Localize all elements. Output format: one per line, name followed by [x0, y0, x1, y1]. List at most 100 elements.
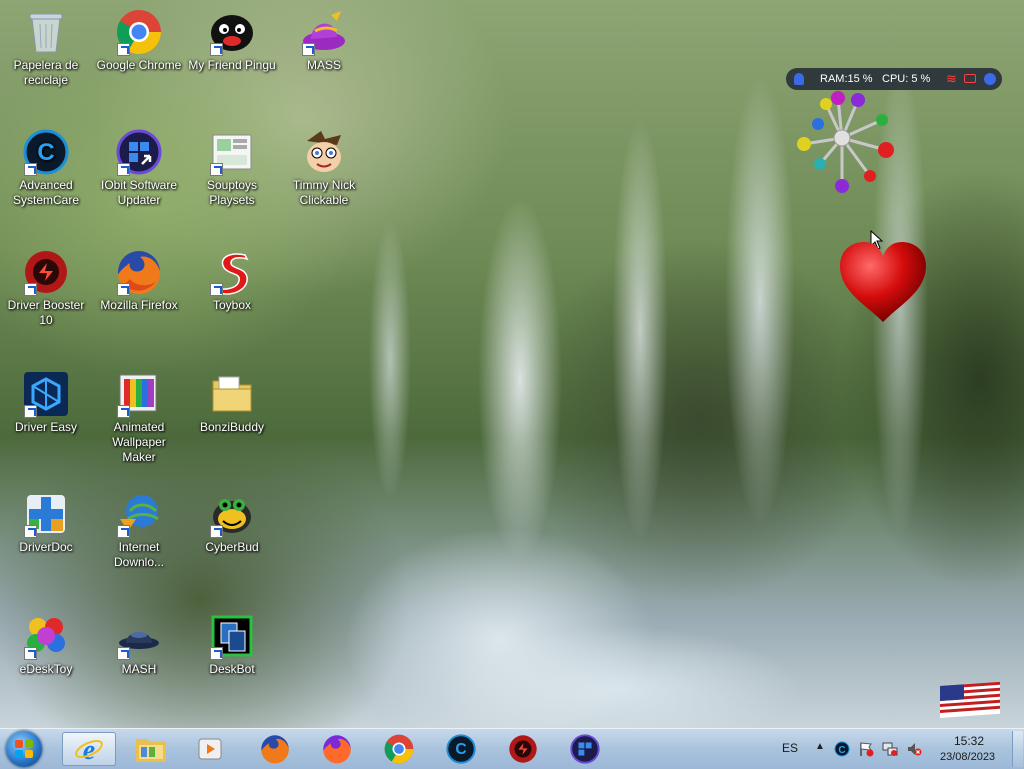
system-monitor-widget[interactable]: RAM:15 % CPU: 5 % ≋ — [786, 68, 1002, 90]
cyberbud-icon — [208, 490, 256, 538]
svg-text:C: C — [455, 741, 466, 758]
desktop-icon-recycle-bin[interactable]: Papelera de reciclaje — [0, 8, 92, 88]
desktop-icon-driverdoc[interactable]: DriverDoc — [0, 490, 92, 555]
taskbar-firefox-2[interactable] — [310, 732, 364, 766]
record-icon — [964, 74, 976, 83]
pingu-icon — [208, 8, 256, 56]
advanced-systemcare-icon: C — [22, 128, 70, 176]
timmy-icon — [300, 128, 348, 176]
tray-advanced-systemcare-icon[interactable]: C — [834, 741, 850, 757]
shortcut-arrow-icon — [24, 405, 37, 418]
desktop-icon-google-chrome[interactable]: Google Chrome — [93, 8, 185, 73]
heart-toy-icon[interactable] — [838, 240, 928, 324]
arrow-right-icon[interactable] — [984, 73, 996, 85]
firefox-icon — [261, 735, 289, 764]
internet-explorer-icon: e — [75, 735, 103, 764]
driver-easy-icon — [22, 370, 70, 418]
windows-logo-icon — [15, 740, 33, 758]
internet-download-icon — [115, 490, 163, 538]
shortcut-arrow-icon — [117, 43, 130, 56]
desktop: Papelera de reciclaje C Advanced SystemC… — [0, 0, 1024, 728]
desktop-icon-mash[interactable]: MASH — [93, 612, 185, 677]
shortcut-arrow-icon — [117, 647, 130, 660]
desktop-icon-edesktoy[interactable]: eDeskToy — [0, 612, 92, 677]
start-button[interactable] — [6, 731, 42, 767]
svg-text:e: e — [83, 735, 95, 764]
shortcut-arrow-icon — [210, 43, 223, 56]
taskbar-chrome[interactable] — [372, 732, 426, 766]
desktop-icon-iobit-updater[interactable]: IObit Software Updater — [93, 128, 185, 208]
driverdoc-icon — [22, 490, 70, 538]
iobit-updater-icon — [570, 734, 600, 764]
souptoys-icon — [208, 128, 256, 176]
clock-date[interactable]: 23/08/2023 — [940, 751, 995, 763]
firefox-icon — [323, 735, 351, 764]
advanced-systemcare-icon: C — [446, 734, 476, 764]
desktop-icon-timmy-nick-clickable[interactable]: Timmy Nick Clickable — [278, 128, 370, 208]
language-indicator[interactable]: ES — [782, 741, 798, 755]
mash-icon — [115, 612, 163, 660]
shortcut-arrow-icon — [210, 283, 223, 296]
svg-text:C: C — [37, 139, 54, 166]
wifi-icon: ≋ — [946, 71, 957, 86]
shortcut-arrow-icon — [117, 283, 130, 296]
taskbar: e C ES ▲ C 15:32 23/08/2023 — [0, 728, 1024, 769]
network-icon[interactable] — [882, 741, 898, 757]
svg-text:C: C — [838, 745, 845, 756]
shortcut-arrow-icon — [210, 163, 223, 176]
shortcut-arrow-icon — [24, 647, 37, 660]
desktop-icon-bonzibuddy[interactable]: BonziBuddy — [186, 370, 278, 435]
taskbar-driver-booster[interactable] — [496, 732, 550, 766]
volume-muted-icon[interactable] — [906, 741, 922, 757]
taskbar-firefox-1[interactable] — [248, 732, 302, 766]
desktop-icon-souptoys-playsets[interactable]: Souptoys Playsets — [186, 128, 278, 208]
folder-icon — [208, 370, 256, 418]
shortcut-arrow-icon — [210, 525, 223, 538]
taskbar-internet-explorer[interactable]: e — [62, 732, 116, 766]
taskbar-media-player[interactable] — [184, 732, 238, 766]
desktop-icon-my-friend-pingu[interactable]: My Friend Pingu — [186, 8, 278, 73]
cpu-usage: CPU: 5 % — [882, 73, 931, 85]
shortcut-arrow-icon — [117, 405, 130, 418]
chrome-icon — [115, 8, 163, 56]
us-flag-icon[interactable] — [940, 682, 1000, 718]
ram-usage: RAM:15 % — [820, 73, 873, 85]
gauge-icon — [794, 73, 804, 85]
desktop-icon-cyberbud[interactable]: CyberBud — [186, 490, 278, 555]
shortcut-arrow-icon — [117, 525, 130, 538]
molecule-toy-icon[interactable] — [792, 88, 902, 198]
recycle-bin-icon — [22, 8, 70, 56]
clock-time[interactable]: 15:32 — [954, 734, 984, 748]
mass-hat-icon — [300, 8, 348, 56]
desktop-icon-mass[interactable]: MASS — [278, 8, 370, 73]
chrome-icon — [384, 734, 414, 764]
file-explorer-icon — [136, 739, 166, 762]
firefox-icon — [115, 248, 163, 296]
shortcut-arrow-icon — [24, 525, 37, 538]
driver-booster-icon — [22, 248, 70, 296]
shortcut-arrow-icon — [210, 647, 223, 660]
shortcut-arrow-icon — [302, 43, 315, 56]
show-hidden-icons-chevron-icon[interactable]: ▲ — [812, 741, 828, 757]
desktop-icon-driver-easy[interactable]: Driver Easy — [0, 370, 92, 435]
desktop-icon-deskbot[interactable]: DeskBot — [186, 612, 278, 677]
show-desktop-button[interactable] — [1012, 731, 1023, 767]
iobit-updater-icon — [115, 128, 163, 176]
driver-booster-icon — [509, 735, 537, 763]
edesktoy-icon — [22, 612, 70, 660]
desktop-icon-mozilla-firefox[interactable]: Mozilla Firefox — [93, 248, 185, 313]
desktop-icon-toybox[interactable]: Toybox — [186, 248, 278, 313]
shortcut-arrow-icon — [117, 163, 130, 176]
desktop-icon-internet-download-manager[interactable]: Internet Downlo... — [93, 490, 185, 570]
media-player-icon — [198, 738, 222, 760]
shortcut-arrow-icon — [24, 283, 37, 296]
taskbar-advanced-systemcare[interactable]: C — [434, 732, 488, 766]
desktop-icon-animated-wallpaper-maker[interactable]: Animated Wallpaper Maker — [93, 370, 185, 465]
action-center-flag-icon[interactable] — [858, 741, 874, 757]
desktop-icon-driver-booster[interactable]: Driver Booster 10 — [0, 248, 92, 328]
taskbar-file-explorer[interactable] — [124, 732, 178, 766]
toybox-icon — [208, 248, 256, 296]
taskbar-iobit-updater[interactable] — [558, 732, 612, 766]
wallpaper-maker-icon — [115, 370, 163, 418]
desktop-icon-advanced-systemcare[interactable]: C Advanced SystemCare — [0, 128, 92, 208]
